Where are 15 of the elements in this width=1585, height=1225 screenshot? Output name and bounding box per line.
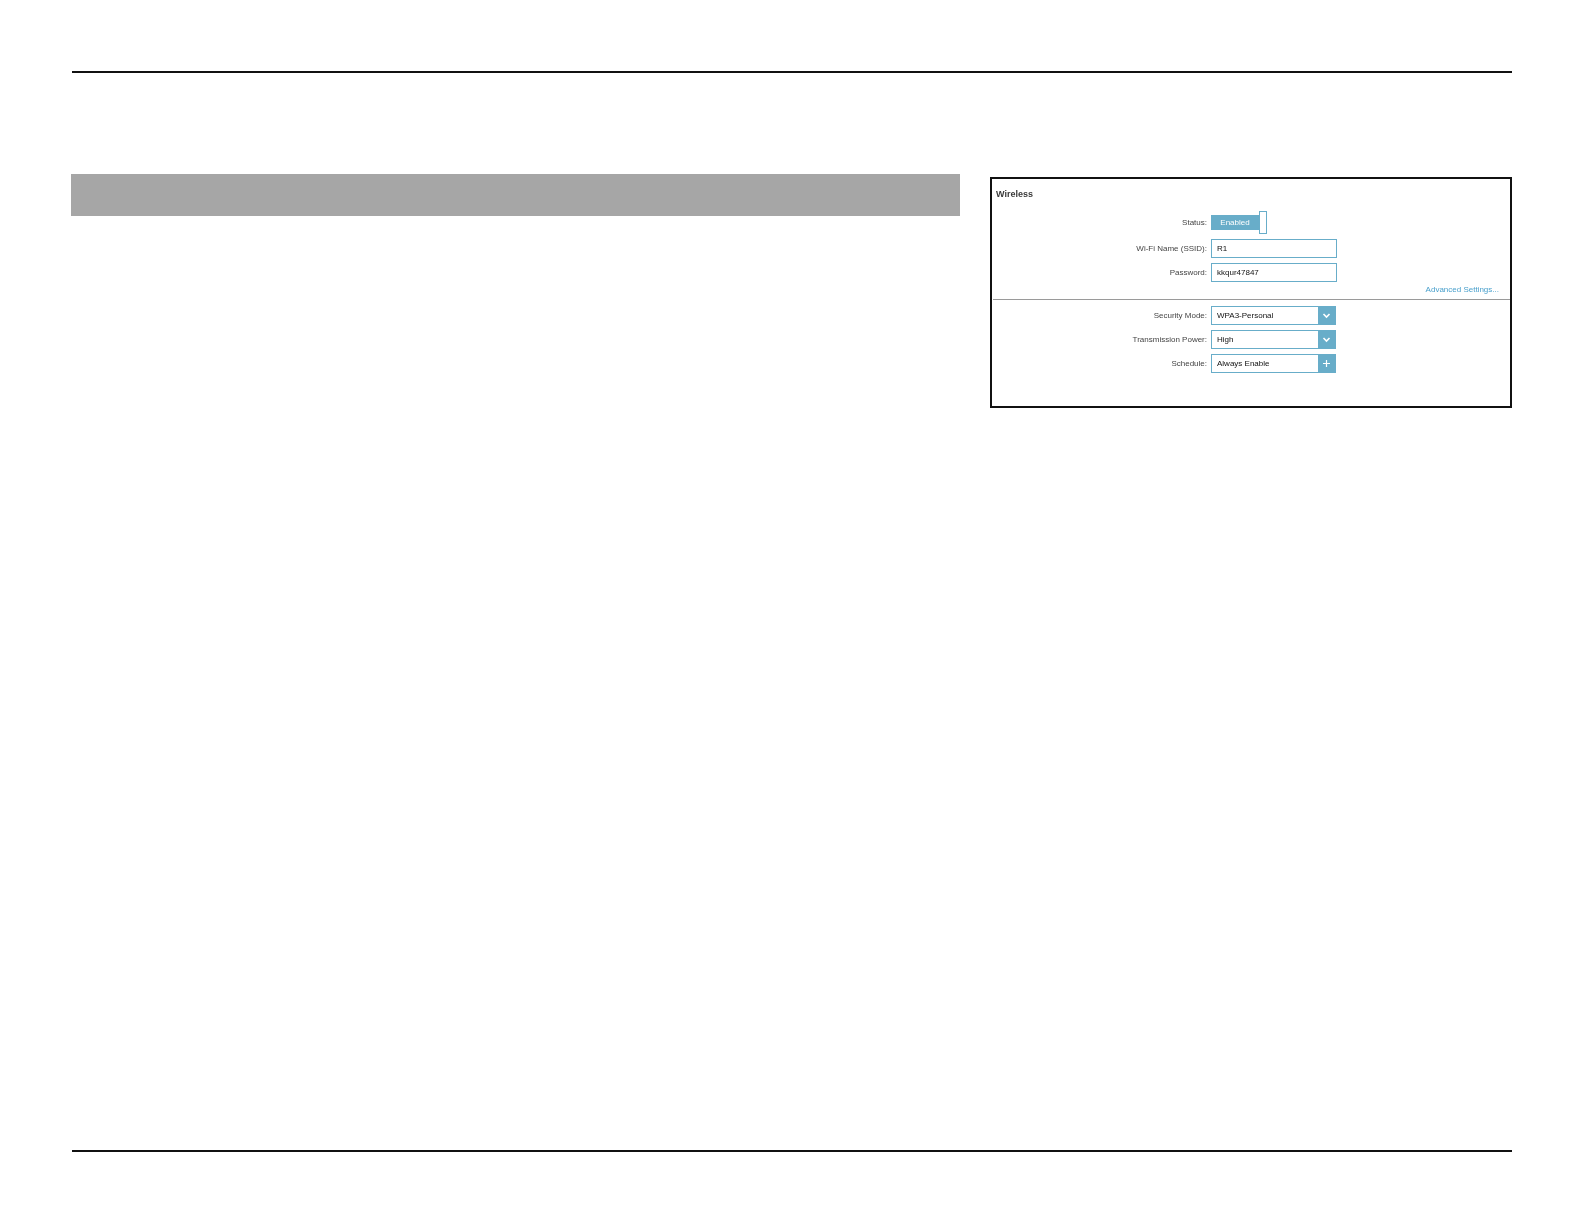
text-field[interactable]: R1	[1211, 239, 1337, 258]
schedule-field[interactable]: Always Enable	[1211, 354, 1336, 373]
field-label: Schedule:	[1171, 359, 1207, 368]
plus-icon	[1318, 355, 1335, 372]
field-label: Security Mode:	[1153, 311, 1207, 320]
field-label: Wi-Fi Name (SSID):	[1136, 244, 1207, 253]
panel-title: Wireless	[996, 188, 1033, 200]
field-label: Status:	[1182, 218, 1207, 227]
dropdown-field[interactable]: High	[1211, 330, 1336, 349]
text-field[interactable]: kkqur47847	[1211, 263, 1337, 282]
field-label: Password:	[1169, 268, 1207, 277]
field-label: Transmission Power:	[1132, 335, 1207, 344]
chevron-down-icon	[1318, 331, 1335, 348]
chevron-down-icon	[1318, 307, 1335, 324]
dropdown-field[interactable]: WPA3-Personal	[1211, 306, 1336, 325]
